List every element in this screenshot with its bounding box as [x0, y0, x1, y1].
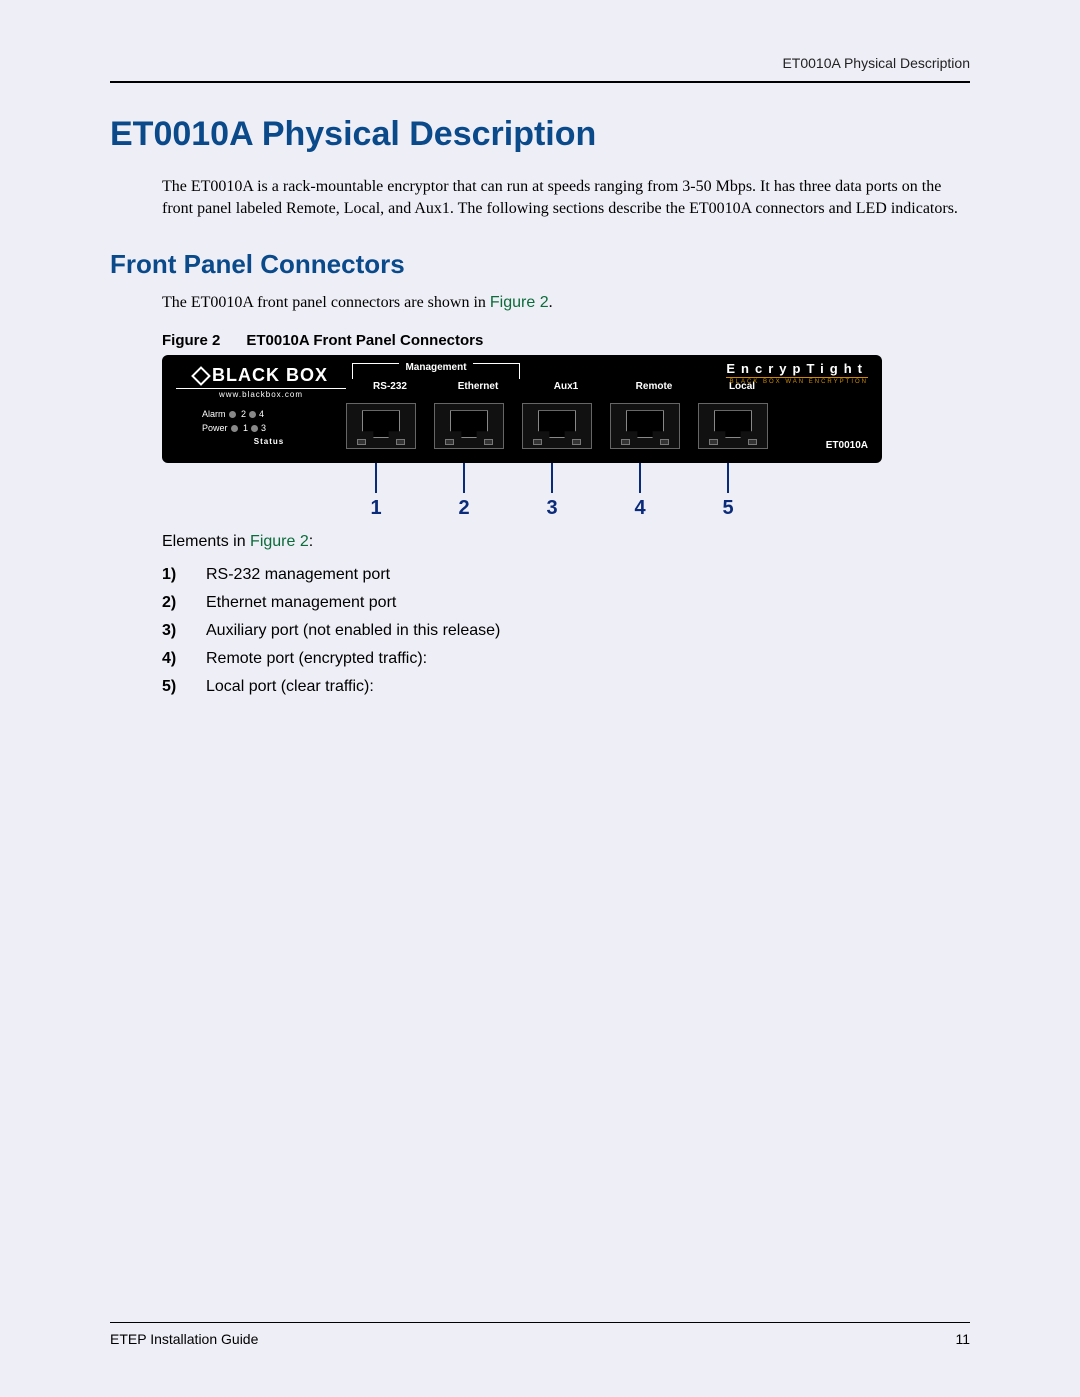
- status-caption: Status: [192, 435, 346, 449]
- list-item: 3)Auxiliary port (not enabled in this re…: [162, 617, 970, 645]
- device-figure: EncrypTight BLACK BOX WAN ENCRYPTION BLA…: [162, 355, 970, 523]
- figure-caption: Figure 2 ET0010A Front Panel Connectors: [162, 332, 970, 349]
- footer-page-number: 11: [955, 1331, 970, 1347]
- status-num-3: 3: [261, 423, 266, 433]
- list-text: Local port (clear traffic):: [206, 678, 374, 696]
- elements-intro-a: Elements in: [162, 533, 250, 550]
- blackbox-brand-text: BLACK BOX: [212, 365, 328, 385]
- intro-paragraph: The ET0010A is a rack-mountable encrypto…: [162, 176, 970, 219]
- led-icon: [251, 425, 258, 432]
- encryptight-brand-line1: EncrypTight: [726, 361, 868, 376]
- ports-row: [346, 403, 768, 449]
- page-title: ET0010A Physical Description: [110, 115, 970, 154]
- port-rs232: [346, 403, 416, 449]
- elements-intro-b: :: [309, 533, 313, 550]
- port-label-rs232: RS-232: [346, 381, 434, 392]
- callout-3: 3: [546, 497, 557, 520]
- figure-caption-text: ET0010A Front Panel Connectors: [246, 332, 483, 349]
- list-text: Ethernet management port: [206, 594, 396, 612]
- led-icon: [229, 411, 236, 418]
- figure-2-link-2[interactable]: Figure 2: [250, 533, 309, 550]
- list-item: 2)Ethernet management port: [162, 589, 970, 617]
- list-item: 1)RS-232 management port: [162, 561, 970, 589]
- port-label-aux1: Aux1: [522, 381, 610, 392]
- list-text: RS-232 management port: [206, 566, 390, 584]
- elements-list: 1)RS-232 management port 2)Ethernet mana…: [162, 561, 970, 701]
- port-label-remote: Remote: [610, 381, 698, 392]
- footer-doc-title: ETEP Installation Guide: [110, 1331, 258, 1347]
- blackbox-brand: BLACK BOX www.blackbox.com: [176, 363, 346, 399]
- page-footer: ETEP Installation Guide 11: [110, 1322, 970, 1347]
- list-num: 1): [162, 566, 206, 584]
- list-text: Remote port (encrypted traffic):: [206, 650, 427, 668]
- port-local: [698, 403, 768, 449]
- running-head: ET0010A Physical Description: [110, 55, 970, 83]
- status-leds: Alarm 2 4 Power 1 3 Status: [176, 401, 346, 449]
- status-num-1: 1: [243, 423, 248, 433]
- encryptight-brand: EncrypTight BLACK BOX WAN ENCRYPTION: [726, 361, 868, 385]
- section2-intro-b: .: [549, 294, 553, 311]
- figure-callouts: 1 2 3 4 5: [162, 463, 882, 523]
- port-remote: [610, 403, 680, 449]
- figure-caption-prefix: Figure 2: [162, 332, 220, 349]
- status-num-4: 4: [259, 409, 264, 419]
- blackbox-url: www.blackbox.com: [176, 388, 346, 399]
- list-num: 2): [162, 594, 206, 612]
- port-ethernet: [434, 403, 504, 449]
- callout-4: 4: [634, 497, 645, 520]
- figure-2-link[interactable]: Figure 2: [490, 294, 549, 311]
- management-label: Management: [399, 362, 472, 373]
- list-num: 4): [162, 650, 206, 668]
- port-aux1: [522, 403, 592, 449]
- port-label-ethernet: Ethernet: [434, 381, 522, 392]
- callout-5: 5: [722, 497, 733, 520]
- section2-intro-a: The ET0010A front panel connectors are s…: [162, 294, 490, 311]
- section2-intro: The ET0010A front panel connectors are s…: [162, 294, 970, 312]
- section-heading-front-panel: Front Panel Connectors: [110, 249, 970, 280]
- led-icon: [231, 425, 238, 432]
- device-front-panel: EncrypTight BLACK BOX WAN ENCRYPTION BLA…: [162, 355, 882, 463]
- model-label: ET0010A: [826, 440, 868, 451]
- list-num: 3): [162, 622, 206, 640]
- power-label: Power: [202, 423, 228, 433]
- management-group: Management: [352, 363, 520, 379]
- list-item: 5)Local port (clear traffic):: [162, 673, 970, 701]
- list-item: 4)Remote port (encrypted traffic):: [162, 645, 970, 673]
- alarm-label: Alarm: [202, 409, 226, 419]
- callout-1: 1: [370, 497, 381, 520]
- elements-intro: Elements in Figure 2:: [162, 533, 970, 551]
- status-num-2: 2: [241, 409, 246, 419]
- encryptight-brand-line2: BLACK BOX WAN ENCRYPTION: [726, 377, 868, 385]
- led-icon: [249, 411, 256, 418]
- callout-2: 2: [458, 497, 469, 520]
- list-text: Auxiliary port (not enabled in this rele…: [206, 622, 500, 640]
- diamond-icon: [191, 366, 211, 386]
- list-num: 5): [162, 678, 206, 696]
